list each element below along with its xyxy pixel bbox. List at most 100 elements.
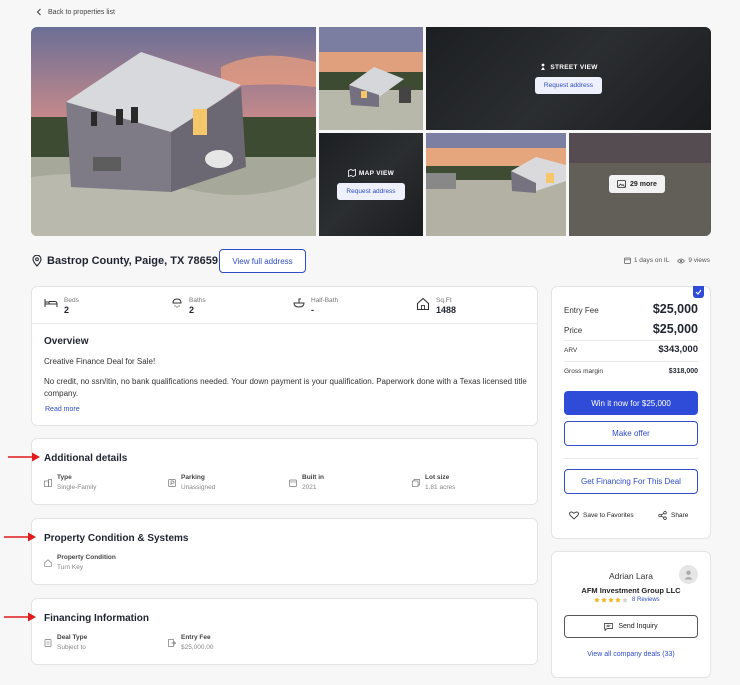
seller-company[interactable]: AFM Investment Group LLC [552, 586, 710, 595]
stat-value: - [311, 305, 314, 315]
arv-row: ARV $343,000 [564, 344, 698, 355]
photo-thumb-2[interactable] [426, 133, 566, 236]
entry-fee-row: Entry Fee $25,000 [564, 302, 698, 316]
additional-details-card: Additional details Type Single-Family Par… [31, 438, 538, 505]
detail-built-in: Built in 2021 [289, 474, 324, 491]
share-button[interactable]: Share [658, 511, 688, 520]
share-label: Share [671, 512, 689, 519]
detail-label: Deal Type [57, 634, 88, 641]
detail-label: Type [57, 474, 72, 481]
building-icon [44, 474, 52, 491]
stat-label: Baths [189, 297, 206, 304]
detail-value: 1.81 acres [425, 484, 456, 491]
days-on-text: 1 days on IL [633, 257, 670, 264]
heart-icon [569, 511, 579, 520]
send-inquiry-button[interactable]: Send Inquiry [564, 615, 698, 638]
house-icon [416, 297, 430, 311]
send-inquiry-label: Send Inquiry [618, 623, 658, 630]
back-label: Back to properties list [48, 8, 115, 16]
stat-value: 2 [189, 305, 195, 315]
more-photos-button[interactable]: 29 more [609, 175, 665, 193]
save-favorites-label: Save to Favorites [583, 512, 634, 519]
detail-property-condition: Property Condition Turn Key [44, 554, 116, 571]
entry-icon [168, 634, 176, 651]
divider [564, 340, 698, 341]
calendar-icon [624, 257, 631, 264]
listing-meta: 1 days on IL 9 views [624, 257, 710, 264]
street-view-tile[interactable]: STREET VIEW Request address [426, 27, 711, 130]
view-full-address-button[interactable]: View full address [219, 249, 306, 273]
photo-thumb-1[interactable] [319, 27, 423, 130]
back-link[interactable]: Back to properties list [36, 8, 115, 16]
gross-margin-row: Gross margin $318,000 [564, 368, 698, 375]
additional-details-title: Additional details [44, 453, 128, 464]
stat-value: 1488 [436, 305, 457, 315]
win-it-now-button[interactable]: Win it now for $25,000 [564, 391, 698, 415]
street-view-label-wrap: STREET VIEW [539, 63, 597, 71]
street-view-label: STREET VIEW [550, 63, 598, 71]
views-text: 9 views [688, 257, 710, 264]
map-view-tile[interactable]: MAP VIEW Request address [319, 133, 423, 236]
seller-name: Adrian Lara [609, 571, 653, 581]
seller-rating: 8 Reviews [594, 597, 660, 603]
save-favorites-button[interactable]: Save to Favorites [569, 511, 634, 520]
property-condition-card: Property Condition & Systems Property Co… [31, 518, 538, 585]
divider [32, 323, 537, 324]
star-icon [608, 597, 614, 603]
star-icon [594, 597, 600, 603]
detail-label: Property Condition [57, 554, 116, 561]
stat-baths: Baths 2 [171, 297, 206, 315]
eye-icon [677, 258, 686, 264]
detail-parking: Parking Unassigned [168, 474, 215, 491]
parking-icon [168, 474, 176, 491]
detail-label: Lot size [425, 474, 450, 481]
detail-value: Unassigned [181, 484, 216, 491]
map-view-label: MAP VIEW [358, 169, 395, 177]
overview-line-1: Creative Finance Deal for Sale! [44, 357, 156, 366]
street-view-icon [539, 63, 547, 71]
star-icon [601, 597, 607, 603]
detail-value: 2021 [302, 484, 317, 491]
more-photos-label: 29 more [630, 180, 657, 188]
reviews-link[interactable]: 8 Reviews [632, 597, 660, 603]
stat-label: Sq.Ft [436, 297, 452, 304]
document-icon [44, 634, 52, 651]
detail-value: Subject to [57, 644, 86, 651]
sink-icon [293, 297, 305, 309]
detail-value: Turn Key [57, 564, 84, 571]
company-deals-link[interactable]: View all company deals (33) [552, 651, 710, 658]
detail-label: Built in [302, 474, 325, 481]
annotation-arrow-icon [4, 612, 36, 622]
make-offer-button[interactable]: Make offer [564, 421, 698, 446]
overview-title: Overview [44, 336, 89, 347]
share-icon [658, 511, 667, 520]
calendar-icon [289, 474, 297, 491]
star-icon [622, 597, 628, 603]
read-more-link[interactable]: Read more [45, 406, 80, 413]
map-view-request-button[interactable]: Request address [337, 183, 405, 200]
home-icon [44, 554, 52, 571]
annotation-arrow-icon [8, 452, 40, 462]
overview-line-2: No credit, no ssn/itin, no bank qualific… [44, 377, 527, 398]
main-photo[interactable] [31, 27, 316, 236]
map-view-label-wrap: MAP VIEW [348, 169, 394, 177]
gross-margin-label: Gross margin [564, 368, 604, 375]
get-financing-button[interactable]: Get Financing For This Deal [564, 469, 698, 494]
detail-entry-fee: Entry Fee $25,000.00 [168, 634, 214, 651]
annotation-arrow-icon [4, 532, 36, 542]
stat-value: 2 [64, 305, 70, 315]
arv-label: ARV [564, 347, 578, 354]
arv-value: $343,000 [658, 344, 698, 355]
property-condition-title: Property Condition & Systems [44, 533, 189, 544]
stat-half-bath: Half-Bath - [293, 297, 338, 315]
chevron-left-icon [36, 8, 42, 16]
stat-sqft: Sq.Ft 1488 [416, 297, 456, 315]
price-label: Price [564, 326, 583, 335]
gross-margin-value: $318,000 [668, 368, 698, 375]
detail-label: Parking [181, 474, 205, 481]
shower-icon [171, 297, 183, 309]
chat-icon [604, 622, 614, 631]
overview-card: Beds 2 Baths 2 Half-Bath - Sq.Ft 1488 Ov… [31, 286, 538, 426]
detail-deal-type: Deal Type Subject to [44, 634, 87, 651]
street-view-request-button[interactable]: Request address [534, 77, 603, 94]
